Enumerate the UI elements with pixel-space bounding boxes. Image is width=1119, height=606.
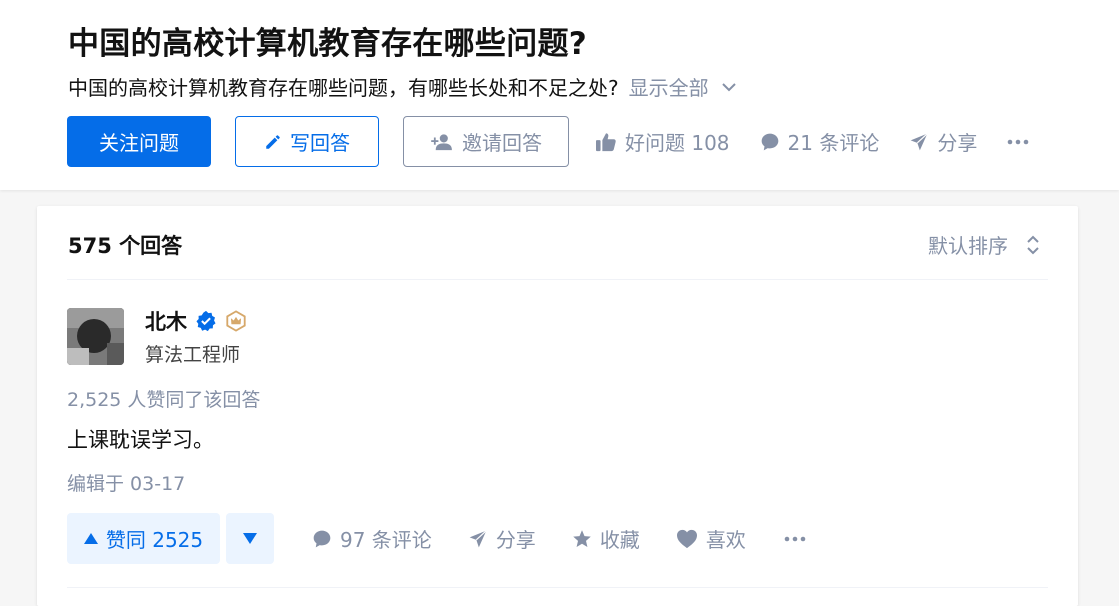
- question-actions: 关注问题 写回答 邀请回答 好问题 108 21 条评论 分享: [67, 116, 1037, 167]
- invite-answer-button[interactable]: 邀请回答: [403, 116, 569, 167]
- like-label: 喜欢: [705, 528, 746, 552]
- sort-icon: [1027, 235, 1039, 254]
- show-all-label: 显示全部: [628, 76, 709, 100]
- write-answer-label: 写回答: [290, 131, 350, 155]
- voters-count[interactable]: 2,525 人赞同了该回答: [67, 385, 260, 412]
- question-comments-button[interactable]: 21 条评论: [760, 116, 880, 167]
- triangle-up-icon: [83, 533, 98, 544]
- star-icon: [573, 529, 591, 547]
- question-more-button[interactable]: [1007, 116, 1037, 167]
- author-bio: 算法工程师: [145, 344, 241, 366]
- comment-icon: [761, 133, 778, 150]
- divider: [67, 587, 1048, 588]
- vote-up-label: 赞同 2525: [105, 528, 204, 552]
- collect-label: 收藏: [599, 528, 640, 552]
- comment-icon: [313, 530, 331, 547]
- answer-comments-label: 97 条评论: [340, 528, 432, 552]
- question-detail: 中国的高校计算机教育存在哪些问题，有哪些长处和不足之处? 显示全部: [68, 72, 737, 101]
- avatar-image: [67, 308, 124, 365]
- thumbs-up-icon: [596, 132, 616, 151]
- like-button[interactable]: 喜欢: [676, 513, 746, 564]
- pencil-icon: [266, 134, 280, 149]
- paper-plane-icon: [911, 132, 929, 150]
- question-comments-label: 21 条评论: [787, 131, 880, 155]
- chevron-down-icon: [721, 82, 736, 91]
- answer-share-label: 分享: [495, 528, 536, 552]
- answer-more-button[interactable]: [784, 513, 814, 564]
- collect-button[interactable]: 收藏: [572, 513, 640, 564]
- add-user-icon: [431, 133, 452, 150]
- invite-answer-label: 邀请回答: [462, 131, 542, 155]
- triangle-down-icon: [243, 533, 257, 544]
- answer-content: 上课耽误学习。: [67, 428, 214, 452]
- question-title: 中国的高校计算机教育存在哪些问题?: [68, 26, 588, 62]
- question-share-label: 分享: [937, 131, 978, 155]
- verified-badge-icon: [196, 310, 216, 332]
- more-icon: [1008, 139, 1029, 144]
- write-answer-button[interactable]: 写回答: [235, 116, 379, 167]
- good-question-button[interactable]: 好问题 108: [595, 116, 730, 167]
- answer-actions: 赞同 2525 97 条评论 分享 收藏 喜欢: [67, 513, 814, 564]
- sort-label: 默认排序: [928, 234, 1008, 258]
- answer-count: 575 个回答: [68, 234, 183, 258]
- more-icon: [784, 536, 806, 541]
- crown-badge-icon: [226, 310, 246, 332]
- answer-share-button[interactable]: 分享: [468, 513, 536, 564]
- good-question-label: 好问题 108: [625, 131, 730, 155]
- question-detail-text: 中国的高校计算机教育存在哪些问题，有哪些长处和不足之处?: [68, 76, 619, 100]
- sort-selector[interactable]: 默认排序: [928, 230, 1040, 259]
- answers-card: 575 个回答 默认排序 北木 算法工程师 2,525 人赞同了该回答 上课耽误…: [37, 206, 1078, 606]
- follow-question-button[interactable]: 关注问题: [67, 116, 211, 167]
- edited-time[interactable]: 编辑于 03-17: [67, 469, 185, 496]
- author-name-text: 北木: [145, 310, 187, 334]
- avatar[interactable]: [67, 308, 124, 365]
- question-share-button[interactable]: 分享: [909, 116, 977, 167]
- author-name[interactable]: 北木: [145, 306, 247, 336]
- show-all-button[interactable]: 显示全部: [629, 72, 737, 101]
- question-header: 中国的高校计算机教育存在哪些问题? 中国的高校计算机教育存在哪些问题，有哪些长处…: [0, 0, 1119, 190]
- divider: [67, 279, 1048, 280]
- paper-plane-icon: [469, 529, 487, 547]
- heart-icon: [676, 529, 697, 548]
- vote-down-button[interactable]: [226, 513, 274, 564]
- vote-up-button[interactable]: 赞同 2525: [67, 513, 220, 564]
- answer-comments-button[interactable]: 97 条评论: [312, 513, 432, 564]
